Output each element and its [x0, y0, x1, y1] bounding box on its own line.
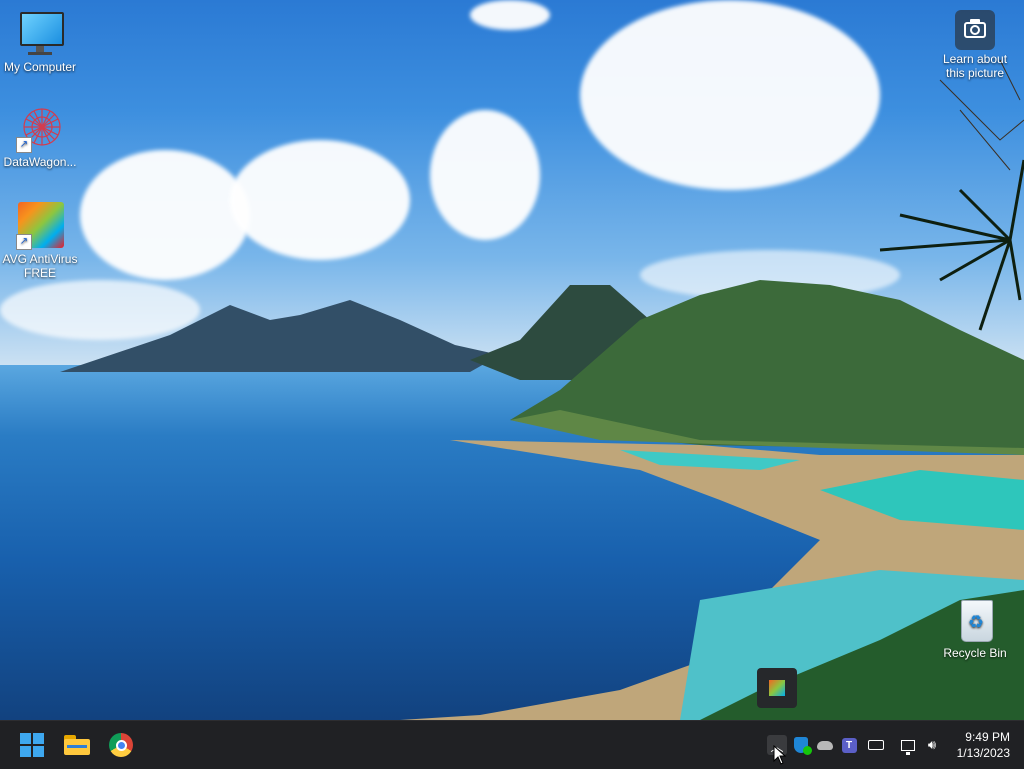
chrome-button[interactable] — [99, 721, 143, 769]
desktop-wallpaper: My Computer ↗ DataWagon... ↗ AVG AntiVir… — [0, 0, 1024, 720]
tray-overflow-app-icon[interactable] — [757, 668, 797, 708]
avg-antivirus-icon: ↗ — [16, 202, 64, 250]
onedrive-icon[interactable] — [815, 735, 835, 755]
learn-about-picture[interactable]: Learn about this picture — [935, 10, 1015, 80]
shortcut-arrow-icon: ↗ — [16, 137, 32, 153]
system-clock[interactable]: 9:49 PM 1/13/2023 — [957, 729, 1010, 761]
keyboard-icon[interactable] — [866, 735, 886, 755]
mouse-cursor — [773, 745, 787, 765]
datawagon-icon: ↗ — [16, 105, 64, 153]
clock-date: 1/13/2023 — [956, 746, 1010, 760]
chrome-icon — [109, 733, 133, 757]
defender-icon[interactable] — [791, 735, 812, 755]
desktop-icon-label: Recycle Bin — [943, 646, 1007, 660]
taskbar: ︿ T 🔊︎ 9:49 PM 1/13/2023 — [0, 720, 1024, 769]
desktop-icon-label: My Computer — [3, 60, 77, 74]
desktop-icon-datawagon[interactable]: ↗ DataWagon... — [0, 105, 80, 169]
desktop-icon-avg[interactable]: ↗ AVG AntiVirus FREE — [0, 202, 80, 280]
file-explorer-button[interactable] — [55, 721, 99, 769]
camera-icon — [955, 10, 995, 50]
desktop-icon-recycle-bin[interactable]: ♻ Recycle Bin — [935, 596, 1015, 660]
folder-icon — [64, 735, 90, 755]
desktop-icon-my-computer[interactable]: My Computer — [0, 10, 80, 74]
recycle-bin-icon: ♻ — [951, 596, 999, 644]
network-icon[interactable] — [898, 735, 918, 755]
volume-icon[interactable]: 🔊︎ — [922, 735, 942, 755]
start-button[interactable] — [10, 721, 54, 769]
computer-icon — [16, 10, 64, 58]
desktop-icon-label: DataWagon... — [3, 155, 77, 169]
desktop-icon-label: AVG AntiVirus FREE — [2, 252, 78, 280]
clock-time: 9:49 PM — [965, 730, 1010, 744]
teams-icon[interactable]: T — [839, 735, 859, 755]
shortcut-arrow-icon: ↗ — [16, 234, 32, 250]
learn-about-picture-label: Learn about this picture — [942, 52, 1008, 80]
windows-start-icon — [20, 733, 44, 757]
